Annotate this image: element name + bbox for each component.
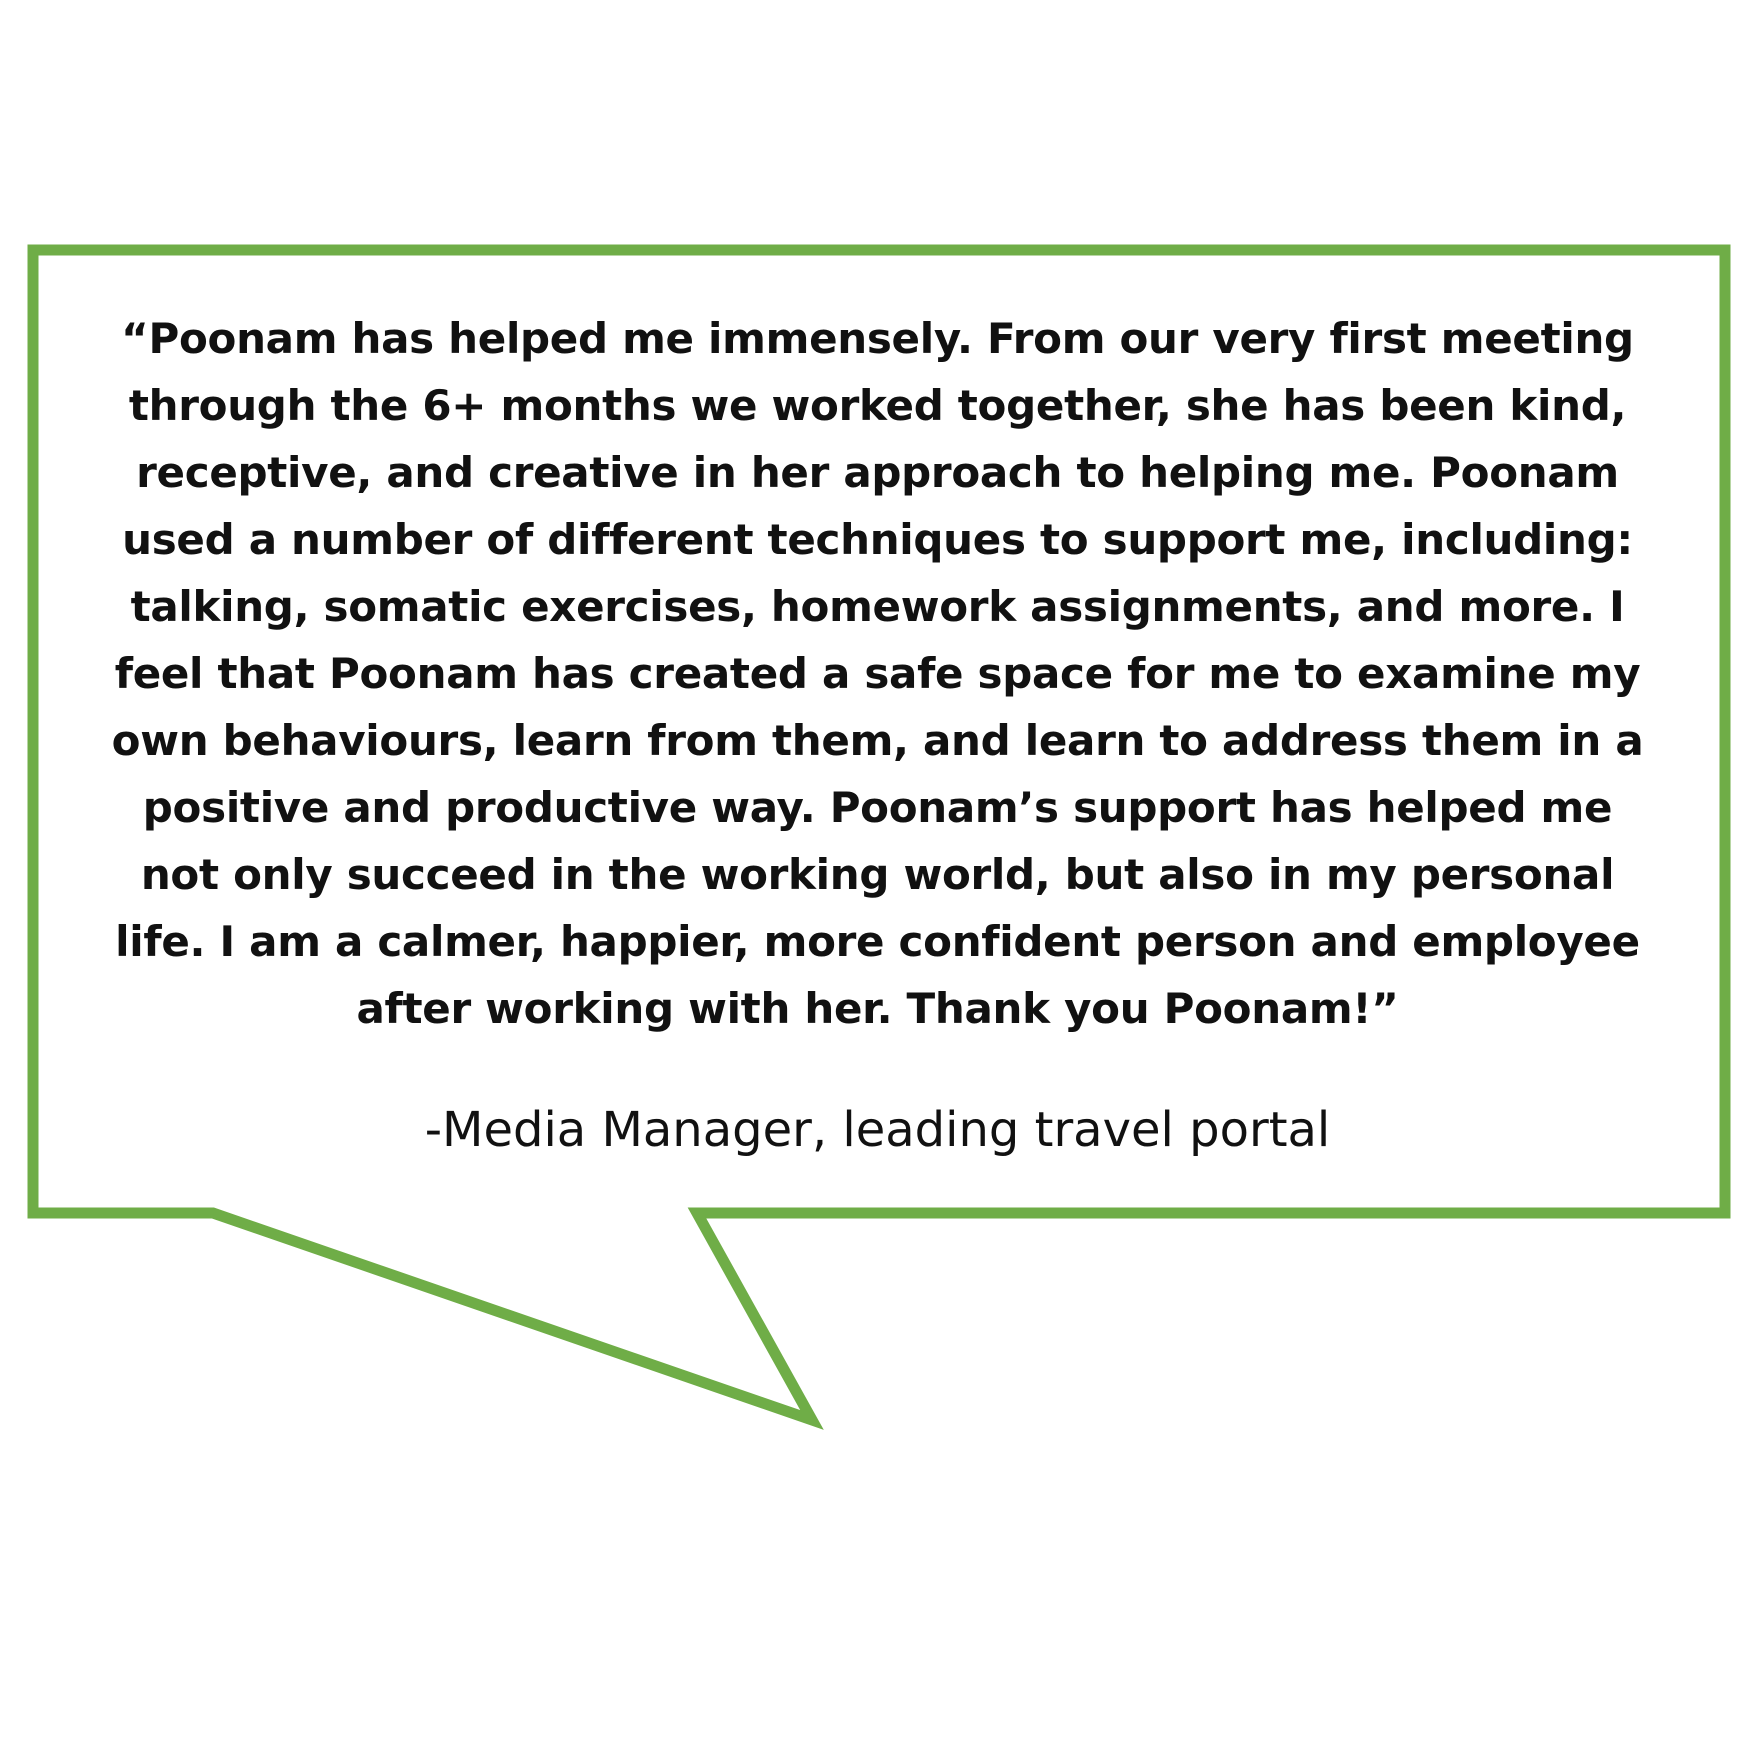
testimonial-attribution: -Media Manager, leading travel portal [424,1102,1331,1158]
quote-line: used a number of different techniques to… [122,515,1633,564]
quote-line: not only succeed in the working world, b… [140,850,1615,899]
quote-line: “Poonam has helped me immensely. From ou… [121,314,1634,363]
quote-line: through the 6+ months we worked together… [128,381,1627,430]
quote-line: life. I am a calmer, happier, more confi… [115,917,1640,966]
testimonial-content: “Poonam has helped me immensely. From ou… [70,305,1685,1160]
quote-line: talking, somatic exercises, homework ass… [130,582,1625,631]
quote-line: feel that Poonam has created a safe spac… [114,649,1641,698]
testimonial-quote: “Poonam has helped me immensely. From ou… [70,305,1685,1042]
quote-line: own behaviours, learn from them, and lea… [111,716,1644,765]
quote-line: after working with her. Thank you Poonam… [356,984,1399,1033]
quote-line: positive and productive way. Poonam’s su… [142,783,1613,832]
quote-line: receptive, and creative in her approach … [136,448,1619,497]
